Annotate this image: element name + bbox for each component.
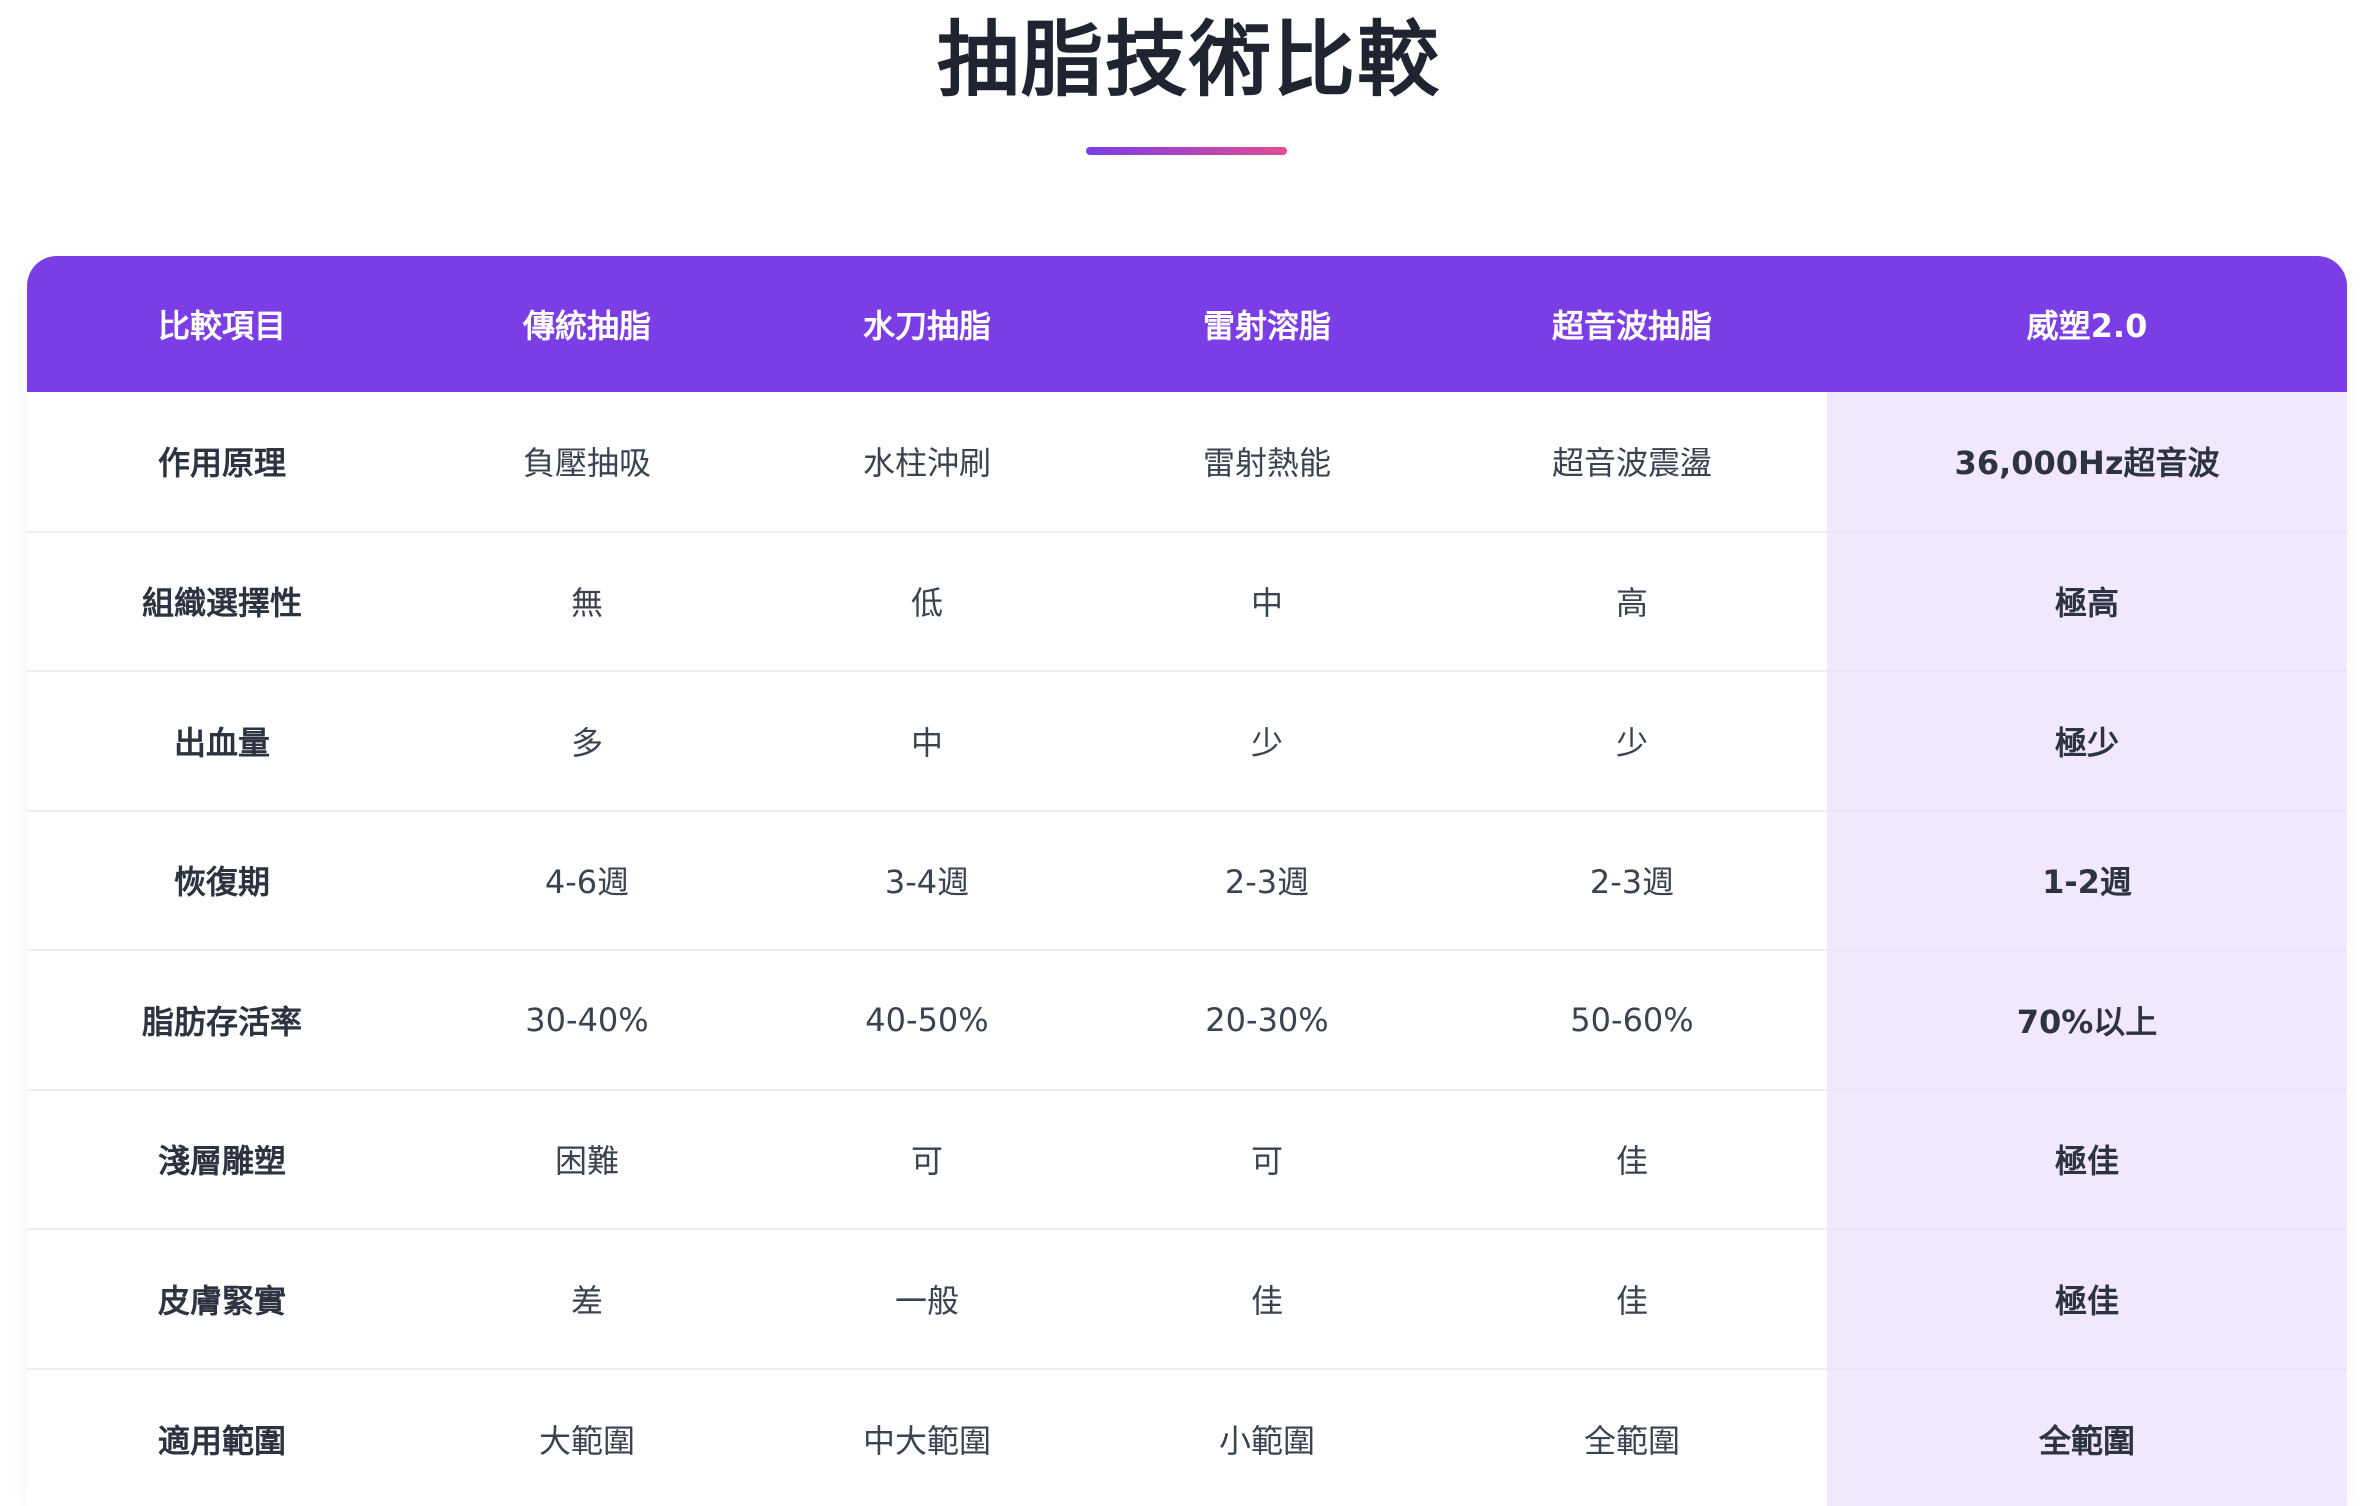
table-row: 適用範圍 大範圍 中大範圍 小範圍 全範圍 全範圍 [27,1367,2347,1506]
header-cell-ultrasound: 超音波抽脂 [1551,307,1712,345]
table-cell: 2-3週 [1437,809,1827,950]
table-cell: 中 [1097,530,1437,671]
row-label: 作用原理 [157,444,286,483]
table-row: 淺層雕塑 困難可可佳極佳 [27,1088,2347,1229]
table-cell: 小範圍 [1097,1367,1437,1506]
table-cell: 無 [417,530,757,671]
table-cell: 中 [757,670,1097,811]
table-cell: 低 [757,530,1097,671]
comparison-table-card: 比較項目 傳統抽脂 水刀抽脂 雷射溶脂 超音波抽脂 威塑2.0 作用原理 負壓抽吸… [27,256,2347,1506]
table-cell: 多 [417,670,757,811]
header-row: 比較項目 傳統抽脂 水刀抽脂 雷射溶脂 超音波抽脂 威塑2.0 [27,256,2347,392]
table-cell: 40-50% [757,949,1097,1090]
table-cell: 20-30% [1097,949,1437,1090]
table-row: 恢復期 4-6週 3-4週 2-3週 2-3週 1-2週 [27,809,2347,950]
table-body: 作用原理 負壓抽吸 水柱沖刷 雷射熱能 超音波震盪 36,000Hz超音波 組織選擇性無低中… [27,392,2347,1506]
table-row: 出血量多中少少極少 [27,670,2347,811]
row-label: 出血量 [27,670,417,811]
table-cell: 超音波震盪 [1551,444,1712,483]
highlight-cell: 全範圍 [1827,1367,2347,1506]
table-cell: 可 [1097,1088,1437,1229]
title-underline [1086,147,1287,155]
highlight-cell: 極佳 [1827,1228,2347,1369]
header-cell-laser: 雷射溶脂 [1202,307,1331,345]
table-cell: 4-6週 [417,809,757,950]
table-row: 組織選擇性無低中高極高 [27,530,2347,671]
table-cell: 水柱沖刷 [862,444,991,483]
table-cell: 可 [757,1088,1097,1229]
highlight-cell: 極佳 [1827,1088,2347,1229]
highlight-cell: 1-2週 [1827,809,2347,950]
table-cell: 佳 [1097,1228,1437,1369]
page: 抽脂技術比較 比較項目 傳統抽脂 水刀抽脂 雷射溶脂 超音波抽脂 威塑2.0 作… [0,0,2378,1506]
table-cell: 中大範圍 [757,1367,1097,1506]
table-header: 比較項目 傳統抽脂 水刀抽脂 雷射溶脂 超音波抽脂 威塑2.0 [27,256,2347,392]
table-cell: 大範圍 [417,1367,757,1506]
table-cell: 佳 [1437,1228,1827,1369]
table-cell: 佳 [1437,1088,1827,1229]
row-label: 組織選擇性 [27,530,417,671]
header-cell-item: 比較項目 [157,307,286,345]
table-cell: 困難 [417,1088,757,1229]
table-cell: 高 [1437,530,1827,671]
table-row: 皮膚緊實差一般佳佳極佳 [27,1228,2347,1369]
page-title: 抽脂技術比較 [936,13,1441,108]
header-cell-vaser: 威塑2.0 [2026,307,2148,345]
table-cell: 差 [417,1228,757,1369]
highlight-cell: 70%以上 [1827,949,2347,1090]
row-label: 皮膚緊實 [27,1228,417,1369]
table-cell: 負壓抽吸 [522,444,651,483]
table-cell: 一般 [757,1228,1097,1369]
highlight-cell: 極少 [1827,670,2347,811]
table-row: 作用原理 負壓抽吸 水柱沖刷 雷射熱能 超音波震盪 36,000Hz超音波 [27,392,2347,532]
comparison-table: 比較項目 傳統抽脂 水刀抽脂 雷射溶脂 超音波抽脂 威塑2.0 作用原理 負壓抽吸… [27,256,2347,1506]
header-cell-traditional: 傳統抽脂 [522,307,651,345]
table-cell: 3-4週 [757,809,1097,950]
table-cell: 2-3週 [1097,809,1437,950]
row-label: 適用範圍 [27,1367,417,1506]
table-cell: 50-60% [1437,949,1827,1090]
table-cell: 全範圍 [1437,1367,1827,1506]
header-cell-waterjet: 水刀抽脂 [862,307,991,345]
row-label: 淺層雕塑 [27,1088,417,1229]
highlight-cell: 極高 [1827,530,2347,671]
table-cell: 30-40% [417,949,757,1090]
row-label: 恢復期 [27,809,417,950]
table-cell: 雷射熱能 [1202,444,1331,483]
table-cell: 少 [1097,670,1437,811]
table-row: 脂肪存活率 30-40% 40-50% 20-30% 50-60% 70%以上 [27,949,2347,1090]
table-cell: 少 [1437,670,1827,811]
highlight-cell: 36,000Hz超音波 [1827,392,2347,532]
row-label: 脂肪存活率 [27,949,417,1090]
